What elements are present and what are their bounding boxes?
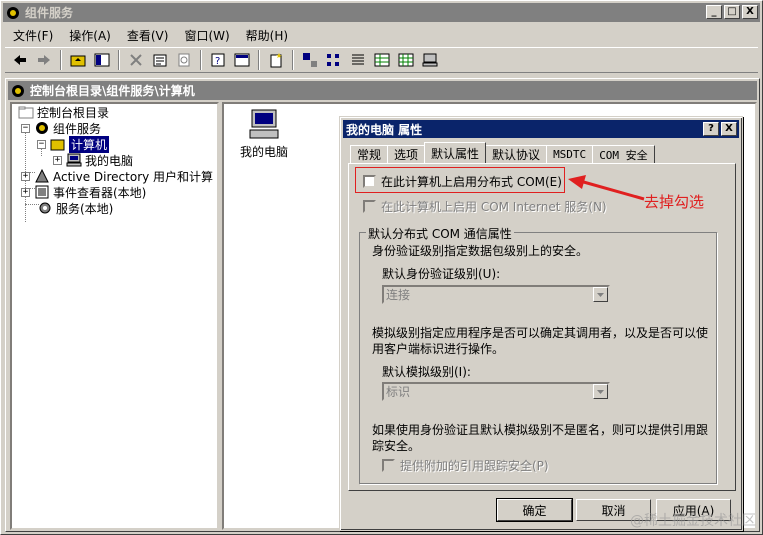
toolbar: ?: [5, 47, 758, 73]
dialog-help-button[interactable]: ?: [703, 122, 719, 136]
tree-active-directory[interactable]: + Active Directory 用户和计算: [21, 168, 213, 184]
dialog-close-button[interactable]: X: [721, 122, 737, 136]
tree-event-viewer-label: 事件查看器(本地): [53, 185, 147, 200]
tree-root-label: 控制台根目录: [37, 105, 110, 120]
tab-options[interactable]: 选项: [387, 145, 426, 163]
child-title: 控制台根目录\组件服务\计算机: [30, 84, 195, 98]
ok-button[interactable]: 确定: [496, 498, 573, 522]
menu-window[interactable]: 窗口(W): [176, 27, 237, 44]
annotation-arrow-icon: [568, 175, 645, 201]
services-gear-icon: [39, 202, 51, 214]
active-directory-icon: [35, 168, 49, 183]
annotation-text: 去掉勾选: [644, 193, 705, 211]
app-title: 组件服务: [25, 6, 74, 20]
auth-level-select[interactable]: 连接: [382, 285, 610, 304]
group-title: 默认分布式 COM 通信属性: [366, 225, 514, 242]
menu-help[interactable]: 帮助(H): [238, 27, 296, 44]
tree-computers-label: 计算机: [69, 135, 110, 153]
component-services-icon: [36, 122, 48, 134]
impersonation-level-select[interactable]: 标识: [382, 382, 610, 401]
menu-view[interactable]: 查看(V): [119, 27, 177, 44]
expand-icon[interactable]: +: [21, 187, 30, 197]
menu-file[interactable]: 文件(F): [5, 27, 61, 44]
dialog-title-bar[interactable]: 我的电脑 属性 ? X: [343, 120, 739, 138]
show-tree-icon[interactable]: [91, 49, 113, 71]
menu-bar: 文件(F) 操作(A) 查看(V) 窗口(W) 帮助(H): [5, 25, 296, 45]
console-tree: 控制台根目录 − 组件服务 − 计算机 + 我的电脑 + Active Dire…: [10, 102, 219, 530]
small-icons-view-icon[interactable]: [323, 49, 345, 71]
tree-computers[interactable]: − 计算机: [37, 135, 110, 153]
tree-event-viewer[interactable]: + 事件查看器(本地): [21, 184, 146, 200]
tree-root[interactable]: 控制台根目录: [18, 104, 109, 120]
folder-icon: [18, 106, 34, 119]
reference-tracking-box[interactable]: [382, 459, 395, 472]
tab-default-protocols[interactable]: 默认协议: [485, 145, 548, 163]
tree-my-computer-label: 我的电脑: [85, 153, 134, 168]
tree-active-directory-label: Active Directory 用户和计算: [53, 169, 214, 184]
my-computer-item[interactable]: 我的电脑: [234, 108, 294, 160]
reference-tracking-checkbox[interactable]: 提供附加的引用跟踪安全(P): [382, 457, 549, 474]
computer-icon: [249, 109, 279, 139]
refresh-icon[interactable]: [173, 49, 195, 71]
reference-tracking-description: 如果使用身份验证且默认模拟级别不是匿名，则可以提供引用跟踪安全。: [372, 423, 709, 453]
my-computer-item-label: 我的电脑: [239, 145, 288, 159]
auth-level-value: 连接: [386, 288, 411, 302]
computer-icon[interactable]: [419, 49, 441, 71]
tab-msdtc[interactable]: MSDTC: [546, 145, 594, 163]
main-window: 组件服务 _ □ X 文件(F) 操作(A) 查看(V) 窗口(W) 帮助(H)…: [0, 0, 763, 535]
close-button[interactable]: X: [742, 5, 758, 19]
impersonation-description: 模拟级别指定应用程序是否可以确定其调用者，以及是否可以使用客户端标识进行操作。: [372, 326, 709, 356]
console-icon[interactable]: [231, 49, 253, 71]
tree-services[interactable]: 服务(本地): [37, 200, 113, 216]
minimize-button[interactable]: _: [706, 5, 722, 19]
maximize-button[interactable]: □: [724, 5, 740, 19]
tree-my-computer[interactable]: + 我的电脑: [53, 152, 133, 168]
chevron-down-icon[interactable]: [593, 287, 608, 302]
computer-icon: [66, 153, 82, 167]
up-folder-icon[interactable]: [67, 49, 89, 71]
large-icons-view-icon[interactable]: [299, 49, 321, 71]
component-services-icon: [7, 6, 19, 19]
impersonation-level-value: 标识: [386, 385, 411, 399]
impersonation-level-label: 默认模拟级别(I):: [382, 365, 471, 379]
tab-strip: 常规 选项 默认属性 默认协议 MSDTC COM 安全: [350, 142, 655, 163]
auth-level-label: 默认身份验证级别(U):: [382, 267, 501, 281]
svg-text:?: ?: [215, 56, 220, 67]
tab-default-properties[interactable]: 默认属性: [424, 142, 487, 163]
help-icon[interactable]: ?: [207, 49, 229, 71]
expand-icon[interactable]: +: [21, 171, 30, 181]
open-folder-icon: [50, 139, 65, 151]
collapse-icon[interactable]: −: [37, 139, 46, 149]
watermark: @稀土掘金技术社区: [630, 513, 756, 529]
menu-action[interactable]: 操作(A): [61, 27, 119, 44]
new-item-icon[interactable]: [265, 49, 287, 71]
back-icon[interactable]: [9, 49, 31, 71]
tree-services-label: 服务(本地): [56, 201, 114, 216]
tab-com-security[interactable]: COM 安全: [592, 145, 655, 163]
grid-view-icon[interactable]: [395, 49, 417, 71]
highlight-box: [355, 167, 565, 193]
event-viewer-icon: [35, 185, 49, 199]
component-services-icon: [12, 84, 24, 97]
properties-icon[interactable]: [149, 49, 171, 71]
tree-component-services-label: 组件服务: [53, 121, 102, 136]
expand-icon[interactable]: +: [53, 155, 62, 165]
list-view-icon[interactable]: [347, 49, 369, 71]
collapse-icon[interactable]: −: [21, 123, 30, 133]
forward-icon[interactable]: [33, 49, 55, 71]
dcom-communication-group: 默认分布式 COM 通信属性 身份验证级别指定数据包级别上的安全。 默认身份验证…: [359, 225, 717, 484]
tab-general[interactable]: 常规: [350, 145, 389, 163]
details-view-icon[interactable]: [371, 49, 393, 71]
title-bar[interactable]: 组件服务 _ □ X: [3, 3, 760, 22]
tree-component-services[interactable]: − 组件服务: [21, 120, 101, 136]
reference-tracking-label: 提供附加的引用跟踪安全(P): [400, 459, 549, 473]
enable-com-internet-box[interactable]: [363, 200, 376, 213]
delete-icon[interactable]: [125, 49, 147, 71]
dialog-title: 我的电脑 属性: [346, 122, 423, 137]
auth-description: 身份验证级别指定数据包级别上的安全。: [372, 244, 589, 258]
chevron-down-icon[interactable]: [593, 384, 608, 399]
child-title-bar[interactable]: 控制台根目录\组件服务\计算机: [8, 81, 757, 100]
